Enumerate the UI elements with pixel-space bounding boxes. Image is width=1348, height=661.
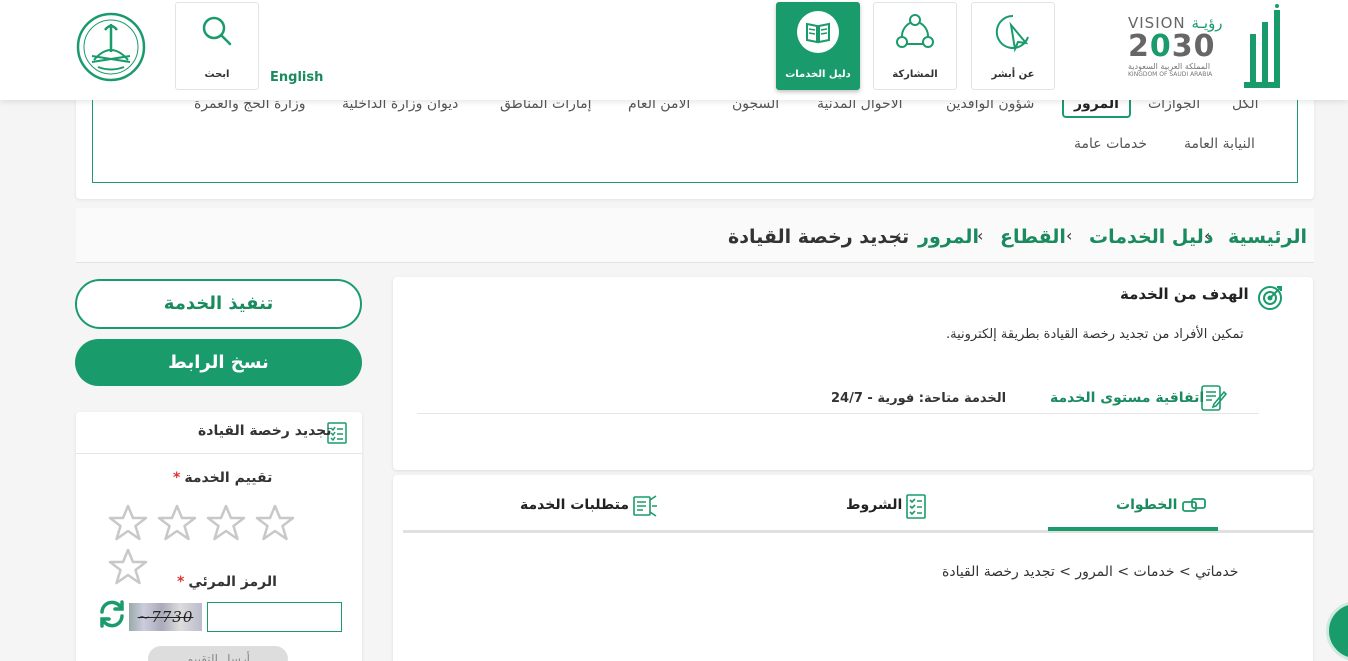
star-icon[interactable] bbox=[157, 503, 197, 543]
share-nodes-icon bbox=[896, 14, 934, 48]
goal-title: الهدف من الخدمة bbox=[1120, 285, 1249, 303]
captcha-label: الرمز المرئي* bbox=[177, 574, 277, 590]
service-availability: الخدمة متاحة: فورية - 24/7 bbox=[831, 391, 1007, 406]
nav-search[interactable]: ابحث bbox=[175, 2, 259, 90]
vision-2030-logo: VISION رؤيـة 2030 المملكة العربية السعود… bbox=[1128, 14, 1223, 78]
rating-card-title: تجديد رخصة القيادة bbox=[198, 423, 332, 439]
sla-link[interactable]: اتفاقية مستوى الخدمة bbox=[1050, 390, 1204, 406]
star-icon[interactable] bbox=[108, 547, 148, 587]
star-icon[interactable] bbox=[206, 503, 246, 543]
nav-services-guide[interactable]: دليل الخدمات bbox=[776, 2, 860, 90]
category-general-services[interactable]: خدمات عامة bbox=[1074, 136, 1147, 152]
requirements-icon bbox=[633, 495, 657, 517]
divider bbox=[417, 413, 1259, 414]
steps-path: خدماتي > خدمات > المرور > تجديد رخصة الق… bbox=[942, 564, 1239, 580]
nav-participation[interactable]: المشاركة bbox=[873, 2, 957, 90]
nav-about-absher[interactable]: عن أبشر bbox=[971, 2, 1055, 90]
breadcrumb-chevron-icon: › bbox=[1066, 226, 1073, 245]
book-icon bbox=[797, 11, 839, 53]
help-chat-button[interactable] bbox=[1326, 601, 1348, 661]
steps-link-icon bbox=[1182, 498, 1206, 512]
ministry-emblem-icon bbox=[76, 12, 146, 82]
tab-steps[interactable]: الخطوات bbox=[1116, 497, 1177, 513]
breadcrumb-current: تجديد رخصة القيادة bbox=[728, 226, 910, 248]
send-rating-button[interactable]: أرسل التقييم bbox=[148, 646, 288, 661]
breadcrumb-services-guide[interactable]: دليل الخدمات bbox=[1089, 226, 1214, 248]
star-icon[interactable] bbox=[255, 503, 295, 543]
search-icon bbox=[202, 16, 232, 46]
star-icon[interactable] bbox=[108, 503, 148, 543]
refresh-icon[interactable] bbox=[97, 599, 127, 629]
nav-about-label: عن أبشر bbox=[991, 69, 1035, 80]
copy-link-button[interactable]: نسخ الرابط bbox=[75, 339, 362, 386]
star-rating[interactable] bbox=[108, 503, 328, 585]
category-public-prosecution[interactable]: النيابة العامة bbox=[1184, 136, 1255, 152]
execute-service-button[interactable]: تنفيذ الخدمة bbox=[75, 279, 362, 329]
language-english-link[interactable]: English bbox=[270, 70, 323, 85]
tab-conditions[interactable]: الشروط bbox=[846, 497, 902, 513]
absher-logo-icon[interactable] bbox=[1242, 4, 1282, 90]
breadcrumb-sector[interactable]: القطاع bbox=[1000, 226, 1066, 248]
divider bbox=[76, 453, 362, 454]
goal-description: تمكين الأفراد من تجديد رخصة القيادة بطري… bbox=[946, 327, 1244, 342]
nav-services-guide-label: دليل الخدمات bbox=[785, 69, 851, 80]
cursor-click-icon bbox=[995, 14, 1029, 53]
nav-search-label: ابحث bbox=[204, 69, 230, 80]
captcha-input[interactable] bbox=[207, 602, 342, 632]
tab-requirements[interactable]: متطلبات الخدمة bbox=[520, 497, 629, 513]
active-tab-indicator bbox=[1048, 527, 1218, 531]
nav-participation-label: المشاركة bbox=[892, 69, 938, 80]
breadcrumb-traffic[interactable]: المرور bbox=[918, 226, 979, 248]
breadcrumb-home[interactable]: الرئيسية bbox=[1228, 226, 1307, 248]
checklist-icon bbox=[906, 494, 926, 519]
captcha-image: ~7730 bbox=[129, 603, 202, 631]
service-goal-card bbox=[393, 277, 1313, 470]
rate-service-label: تقييم الخدمة* bbox=[173, 470, 273, 486]
target-icon bbox=[1258, 286, 1282, 310]
